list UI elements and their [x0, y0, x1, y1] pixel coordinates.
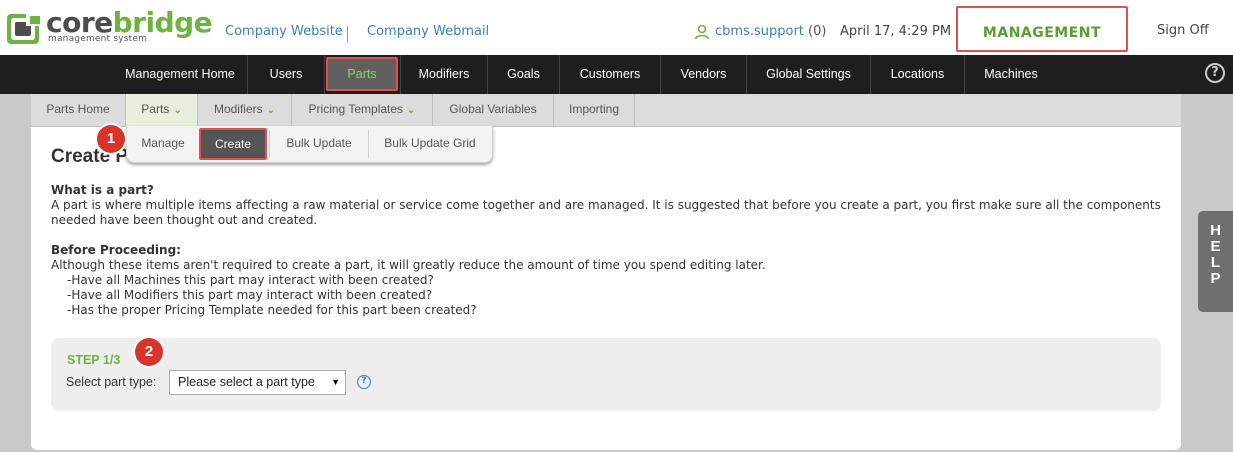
help-side-tab[interactable]: H E L P — [1198, 211, 1233, 312]
subnav-modifiers[interactable]: Modifiers ⌄ — [198, 94, 291, 126]
main-nav: Management Home Users Parts Modifiers Go… — [0, 55, 1233, 94]
help-letter: L — [1210, 254, 1221, 271]
logo-mark-icon — [7, 14, 40, 44]
part-type-label: Select part type: — [66, 375, 157, 389]
nav-goals[interactable]: Goals — [488, 55, 559, 94]
before-heading: Before Proceeding: — [51, 243, 181, 257]
part-type-value: Please select a part type — [178, 375, 315, 389]
dropdown-arrow-icon: ▼ — [331, 377, 340, 387]
before-body: Although these items aren't required to … — [51, 258, 766, 272]
menu-item-manage[interactable]: Manage — [127, 126, 199, 162]
subnav-importing[interactable]: Importing — [554, 94, 634, 126]
nav-global-settings[interactable]: Global Settings — [747, 55, 870, 94]
step-badge-1: 1 — [97, 125, 125, 153]
help-letter: E — [1210, 238, 1221, 255]
sign-off-link[interactable]: Sign Off — [1157, 23, 1209, 38]
step-badge-2: 2 — [135, 338, 163, 366]
subnav-divider — [634, 94, 635, 126]
nav-customers[interactable]: Customers — [560, 55, 660, 94]
parts-dropdown-menu: Manage Create Bulk Update Bulk Update Gr… — [126, 126, 493, 163]
chevron-down-icon: ⌄ — [407, 105, 416, 116]
nav-modifiers[interactable]: Modifiers — [401, 55, 487, 94]
nav-parts[interactable]: Parts — [326, 55, 398, 94]
subnav-parts[interactable]: Parts ⌄ — [126, 94, 197, 126]
header-divider — [347, 26, 348, 42]
management-button[interactable]: MANAGEMENT — [956, 25, 1128, 41]
part-type-select[interactable]: Please select a part type ▼ — [169, 370, 346, 395]
nav-management-home[interactable]: Management Home — [113, 55, 247, 94]
help-icon[interactable]: ? — [1205, 63, 1225, 83]
chevron-down-icon: ⌄ — [266, 105, 276, 116]
company-webmail-link[interactable]: Company Webmail — [367, 24, 489, 39]
bullet-machines: -Have all Machines this part may interac… — [67, 273, 434, 287]
nav-vendors[interactable]: Vendors — [661, 55, 746, 94]
nav-divider — [324, 55, 325, 94]
nav-locations[interactable]: Locations — [871, 55, 964, 94]
subnav-global-variables[interactable]: Global Variables — [433, 94, 553, 126]
logo-tagline: management system — [48, 34, 148, 44]
bullet-modifiers: -Have all Modifiers this part may intera… — [67, 288, 433, 302]
step-label: STEP 1/3 — [67, 353, 121, 367]
user-icon — [694, 24, 710, 44]
user-link[interactable]: cbms.support (0) — [715, 24, 826, 39]
subnav-parts-home[interactable]: Parts Home — [31, 94, 125, 126]
what-heading: What is a part? — [51, 183, 154, 197]
what-body-line2: needed have been thought out and created… — [51, 213, 318, 227]
help-letter: P — [1210, 270, 1221, 287]
menu-item-create[interactable]: Create — [199, 128, 267, 160]
menu-item-bulk-update-grid[interactable]: Bulk Update Grid — [369, 126, 491, 162]
subnav-pricing-templates[interactable]: Pricing Templates ⌄ — [292, 94, 432, 126]
menu-item-bulk-update[interactable]: Bulk Update — [270, 126, 368, 162]
question-help-icon[interactable]: ? — [357, 375, 371, 389]
sub-nav-items: Parts Home Parts ⌄ Modifiers ⌄ Pricing Tem… — [31, 94, 1181, 126]
company-website-link[interactable]: Company Website — [225, 24, 343, 39]
what-body-line1: A part is where multiple items affecting… — [51, 198, 1161, 212]
corebridge-logo[interactable]: corebridge management system — [6, 6, 213, 47]
chevron-down-icon: ⌄ — [173, 105, 182, 116]
bullet-pricing-template: -Has the proper Pricing Template needed … — [67, 303, 477, 317]
header-datetime: April 17, 4:29 PM — [840, 24, 952, 39]
nav-users[interactable]: Users — [248, 55, 324, 94]
nav-machines[interactable]: Machines — [965, 55, 1057, 94]
help-letter: H — [1210, 222, 1221, 239]
